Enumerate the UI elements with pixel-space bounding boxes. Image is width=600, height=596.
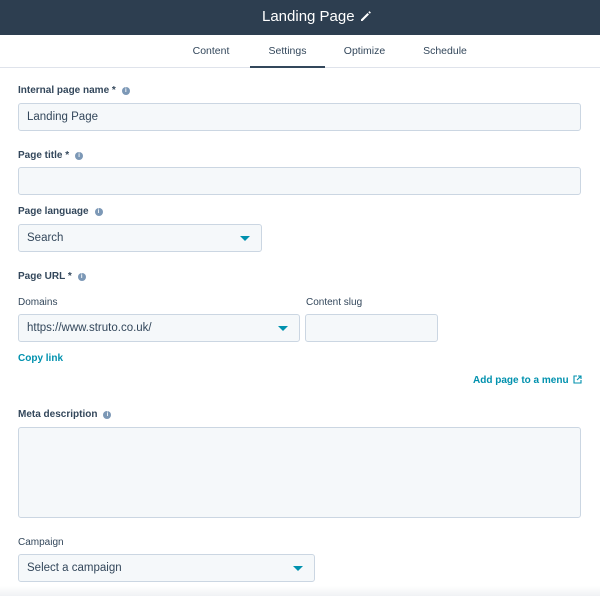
content-slug-label: Content slug [306, 297, 363, 308]
top-bar: Landing Page [0, 0, 600, 35]
info-icon[interactable]: i [103, 411, 112, 419]
page-url-label: Page URL * i [18, 271, 86, 282]
tab-schedule[interactable]: Schedule [410, 35, 480, 68]
copy-link[interactable]: Copy link [18, 353, 63, 364]
bottom-shadow [0, 586, 600, 596]
tab-content[interactable]: Content [180, 35, 242, 68]
tab-optimize[interactable]: Optimize [333, 35, 396, 68]
pencil-icon[interactable] [360, 10, 372, 22]
campaign-label: Campaign [18, 537, 64, 548]
tab-settings[interactable]: Settings [250, 35, 325, 68]
page-language-label: Page language i [18, 206, 103, 217]
meta-description-label: Meta description i [18, 409, 112, 420]
domains-label: Domains [18, 297, 58, 308]
campaign-select[interactable]: Select a campaign [18, 554, 315, 582]
info-icon[interactable]: i [77, 273, 86, 281]
add-page-to-menu-link[interactable]: Add page to a menu [473, 375, 582, 386]
meta-description-textarea[interactable] [18, 427, 581, 518]
chevron-down-icon [278, 326, 288, 331]
page-title-input[interactable] [18, 167, 581, 195]
content-slug-input[interactable] [305, 314, 438, 342]
tab-bar: Content Settings Optimize Schedule [0, 35, 600, 68]
internal-name-label: Internal page name * i [18, 85, 130, 96]
page-title: Landing Page [262, 8, 355, 25]
info-icon[interactable]: i [75, 152, 84, 160]
chevron-down-icon [293, 566, 303, 571]
internal-name-input[interactable]: Landing Page [18, 103, 581, 131]
info-icon[interactable]: i [94, 208, 103, 216]
page-title-label: Page title * i [18, 150, 84, 161]
info-icon[interactable]: i [121, 87, 130, 95]
page-language-select[interactable]: Search [18, 224, 262, 252]
external-link-icon [573, 375, 582, 384]
domain-select[interactable]: https://www.struto.co.uk/ [18, 314, 300, 342]
chevron-down-icon [240, 236, 250, 241]
